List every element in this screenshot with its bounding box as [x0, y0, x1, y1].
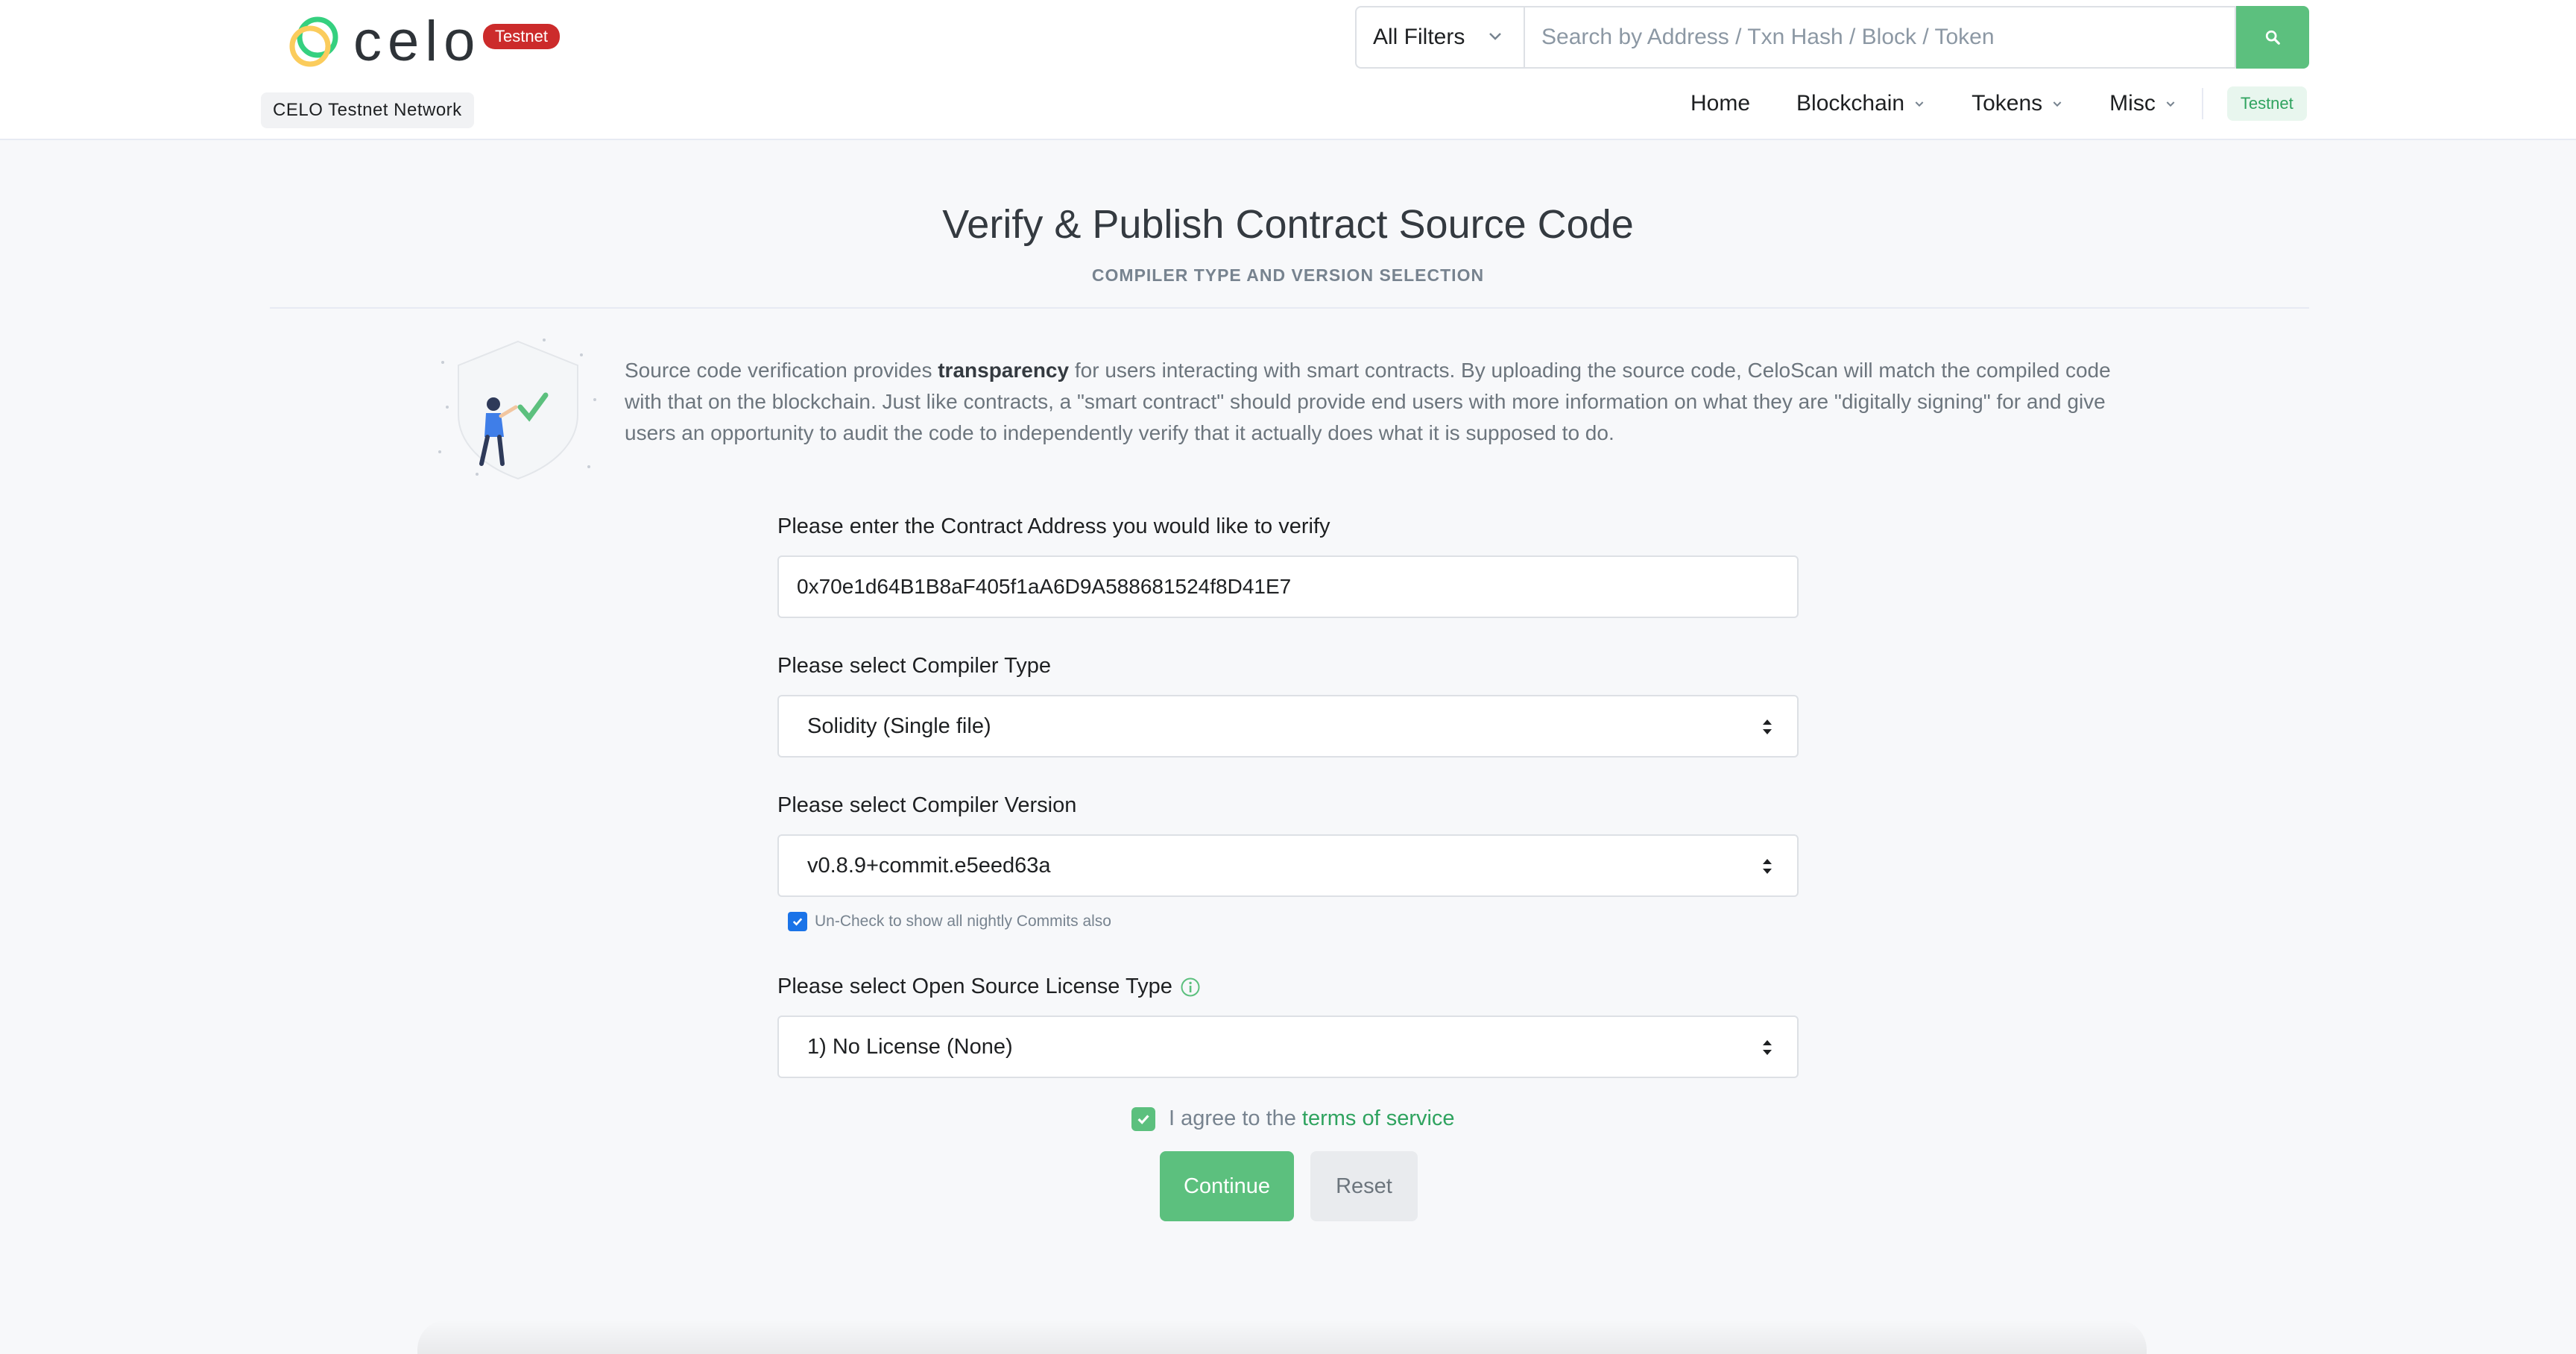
nightly-commits-checkbox[interactable] — [788, 912, 807, 931]
logo-wordmark: celo — [353, 10, 482, 73]
agree-text: I agree to the — [1169, 1106, 1296, 1130]
compiler-type-label: Please select Compiler Type — [777, 654, 1051, 678]
intro-part1: Source code verification provides — [625, 359, 938, 382]
compiler-version-select[interactable]: v0.8.9+commit.e5eed63a — [777, 834, 1799, 897]
nav-divider — [2201, 88, 2203, 119]
nav-home-label: Home — [1690, 91, 1751, 116]
license-value: 1) No License (None) — [807, 1034, 1013, 1059]
filter-dropdown[interactable]: All Filters — [1355, 6, 1524, 69]
celo-logo[interactable]: celo — [286, 13, 481, 70]
compiler-version-label: Please select Compiler Version — [777, 793, 1077, 817]
nav-blockchain-label: Blockchain — [1796, 91, 1905, 116]
check-icon — [792, 918, 803, 926]
info-icon[interactable] — [1180, 977, 1201, 998]
search-input[interactable] — [1524, 6, 2236, 69]
license-label: Please select Open Source License Type — [777, 974, 1799, 999]
chevron-down-icon — [2166, 101, 2175, 107]
search-bar: All Filters — [1355, 6, 2309, 69]
search-button[interactable] — [2236, 6, 2309, 69]
page-subtitle: COMPILER TYPE AND VERSION SELECTION — [1091, 265, 1485, 285]
section-divider — [270, 307, 2309, 309]
compiler-version-value: v0.8.9+commit.e5eed63a — [807, 853, 1051, 878]
chevron-down-icon — [1489, 33, 1501, 40]
check-icon — [1137, 1114, 1149, 1124]
nightly-commits-label: Un-Check to show all nightly Commits als… — [815, 913, 1111, 930]
license-label-text: Please select Open Source License Type — [777, 974, 1172, 998]
nightly-commits-option: Un-Check to show all nightly Commits als… — [788, 912, 1799, 931]
nav-misc[interactable]: Misc — [2109, 91, 2176, 116]
verify-form: Please enter the Contract Address you wo… — [777, 514, 1799, 1078]
terms-checkbox[interactable] — [1131, 1106, 1155, 1131]
chevron-down-icon — [1915, 101, 1924, 107]
contract-address-input[interactable] — [777, 555, 1799, 618]
continue-button[interactable]: Continue — [1160, 1151, 1294, 1221]
intro-bold: transparency — [938, 359, 1070, 382]
select-arrows-icon — [1763, 1040, 1772, 1055]
nav-blockchain[interactable]: Blockchain — [1796, 91, 1925, 116]
filter-label: All Filters — [1373, 25, 1465, 49]
chevron-down-icon — [2053, 101, 2062, 107]
select-arrows-icon — [1763, 719, 1772, 734]
search-icon — [2265, 30, 2280, 45]
site-header: celo Testnet CELO Testnet Network All Fi… — [0, 0, 2576, 140]
page-title: Verify & Publish Contract Source Code — [942, 202, 1634, 247]
footer-edge — [417, 1320, 2147, 1354]
main-nav: Home Blockchain Tokens Misc Testnet — [1690, 86, 2307, 121]
nav-home[interactable]: Home — [1690, 91, 1750, 116]
compiler-type-value: Solidity (Single file) — [807, 714, 991, 738]
intro-text: Source code verification provides transp… — [625, 355, 2123, 449]
celo-rings-icon — [289, 16, 338, 67]
select-arrows-icon — [1763, 859, 1772, 874]
nav-tokens[interactable]: Tokens — [1972, 91, 2063, 116]
network-label: CELO Testnet Network — [261, 92, 474, 128]
terms-agreement: I agree to the terms of service — [1131, 1106, 1455, 1131]
compiler-type-select[interactable]: Solidity (Single file) — [777, 695, 1799, 758]
nav-testnet-button[interactable]: Testnet — [2226, 86, 2307, 121]
address-label: Please enter the Contract Address you wo… — [777, 514, 1330, 538]
reset-button[interactable]: Reset — [1310, 1151, 1418, 1221]
nav-misc-label: Misc — [2109, 91, 2156, 116]
nav-tokens-label: Tokens — [1972, 91, 2043, 116]
license-select[interactable]: 1) No License (None) — [777, 1016, 1799, 1078]
terms-link[interactable]: terms of service — [1302, 1106, 1455, 1131]
verification-illustration-icon — [438, 338, 596, 480]
testnet-badge: Testnet — [483, 24, 560, 49]
